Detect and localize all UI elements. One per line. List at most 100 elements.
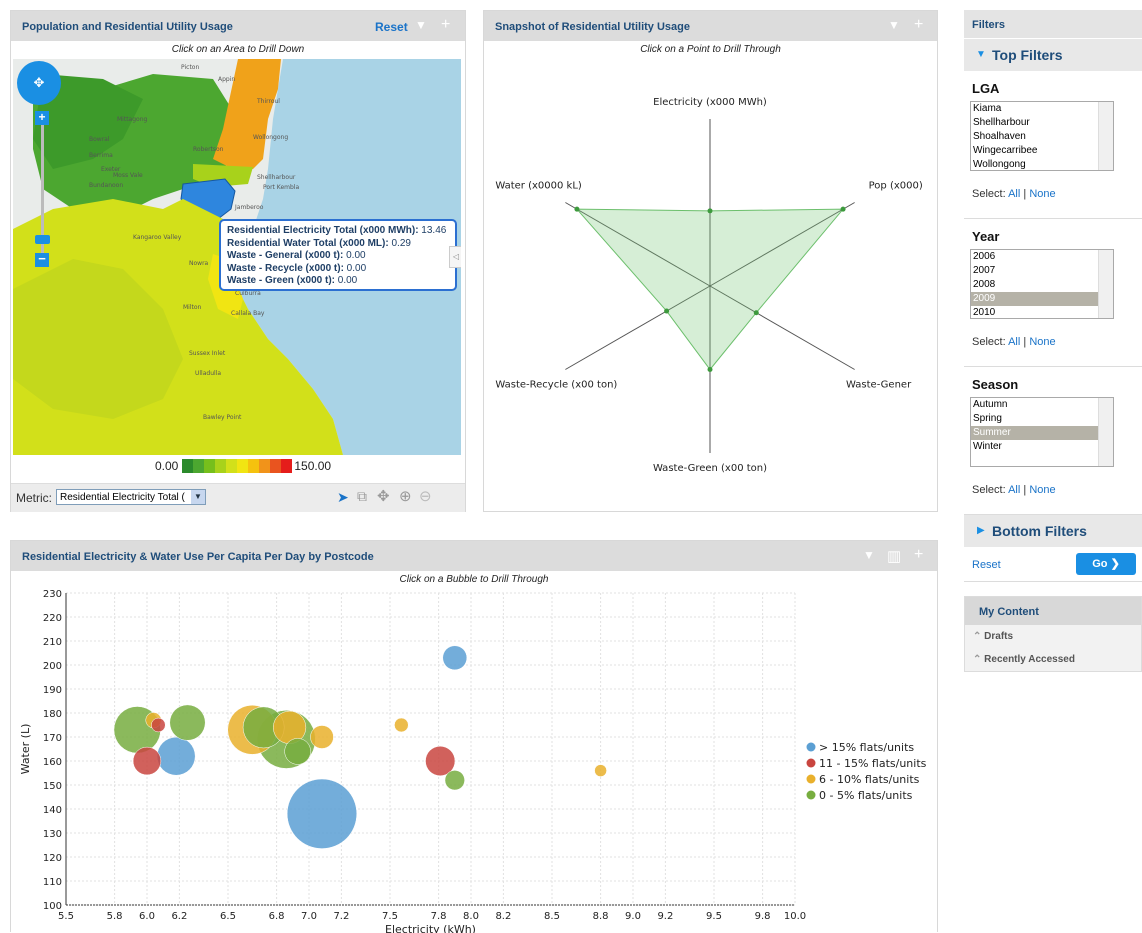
go-button[interactable]: Go ❯ bbox=[1076, 553, 1136, 575]
bubble[interactable] bbox=[442, 645, 468, 671]
separator: | bbox=[1023, 336, 1027, 348]
drafts-item[interactable]: ⌃ Drafts bbox=[965, 625, 1141, 648]
x-tick-label: 9.5 bbox=[706, 911, 722, 922]
tooltip-value: 0.00 bbox=[343, 262, 367, 274]
x-tick-label: 9.8 bbox=[755, 911, 771, 922]
plus-icon[interactable]: + bbox=[914, 546, 923, 564]
listbox-option[interactable]: 2007 bbox=[971, 264, 1113, 278]
select-all-link[interactable]: All bbox=[1008, 484, 1020, 496]
bubble[interactable] bbox=[151, 717, 166, 733]
radar-panel-title: Snapshot of Residential Utility Usage bbox=[495, 21, 690, 33]
radar-point[interactable] bbox=[707, 208, 713, 214]
bubble[interactable] bbox=[310, 725, 334, 749]
legend-dot bbox=[806, 774, 816, 784]
listbox-scrollbar[interactable] bbox=[1098, 398, 1113, 466]
map-place-label: Jamberoo bbox=[234, 204, 264, 211]
table-view-icon[interactable]: ▥ bbox=[887, 547, 901, 565]
zoom-in-icon[interactable]: ⊕ bbox=[399, 487, 412, 505]
pan-control[interactable]: ✥ bbox=[17, 61, 61, 105]
radar-chart[interactable]: Electricity (x000 MWh) Pop (x000) Waste-Ge… bbox=[484, 59, 937, 499]
bubble[interactable] bbox=[169, 704, 206, 741]
recent-label: Recently Accessed bbox=[984, 654, 1075, 665]
lga-listbox[interactable]: Kiama Shellharbour Shoalhaven Wingecarribee… bbox=[970, 101, 1114, 171]
listbox-option[interactable]: Summer bbox=[971, 426, 1113, 440]
map-area[interactable]: Picton Appin Wollongong Mittagong Bowral Robe… bbox=[13, 59, 461, 455]
radar-point[interactable] bbox=[753, 310, 759, 316]
tooltip-row: Residential Water Total (x000 ML): 0.29 bbox=[227, 238, 449, 251]
listbox-option[interactable]: Autumn bbox=[971, 398, 1113, 412]
export-icon[interactable]: ⧉ bbox=[357, 488, 367, 505]
chevron-down-icon[interactable]: ▼ bbox=[415, 18, 427, 32]
bottom-filters-toggle[interactable]: ▶ Bottom Filters bbox=[964, 515, 1142, 547]
top-filters-toggle[interactable]: ▼ Top Filters bbox=[964, 38, 1142, 71]
map-toolbar: Metric: Residential Electricity Total ( … bbox=[11, 483, 465, 512]
radar-axis-label: Water (x0000 kL) bbox=[495, 181, 582, 192]
legend-dot bbox=[806, 790, 816, 800]
bubble[interactable] bbox=[284, 738, 311, 765]
y-tick-label: 190 bbox=[43, 685, 62, 696]
bubble-chart[interactable]: 1001101201301401501601701801902002102202… bbox=[11, 587, 937, 933]
tooltip-row: Residential Electricity Total (x000 MWh)… bbox=[227, 225, 449, 238]
zoom-handle[interactable] bbox=[35, 235, 50, 244]
select-none-link[interactable]: None bbox=[1029, 336, 1055, 348]
collapse-tab-icon[interactable]: ◁ bbox=[449, 246, 461, 268]
select-none-link[interactable]: None bbox=[1029, 188, 1055, 200]
listbox-option[interactable]: Shoalhaven bbox=[971, 130, 1113, 144]
radar-point[interactable] bbox=[664, 308, 670, 314]
season-listbox[interactable]: Autumn Spring Summer Winter bbox=[970, 397, 1114, 467]
chevron-down-icon[interactable]: ▼ bbox=[863, 548, 875, 562]
listbox-scrollbar[interactable] bbox=[1098, 102, 1113, 170]
legend-swatch bbox=[259, 459, 271, 473]
plus-icon[interactable]: + bbox=[914, 16, 923, 34]
radar-point[interactable] bbox=[707, 367, 713, 372]
listbox-option[interactable]: Winter bbox=[971, 440, 1113, 454]
bubble[interactable] bbox=[132, 746, 162, 776]
reset-link[interactable]: Reset bbox=[375, 20, 408, 34]
reset-filters-link[interactable]: Reset bbox=[972, 559, 1001, 571]
listbox-option[interactable]: 2008 bbox=[971, 278, 1113, 292]
plus-icon[interactable]: + bbox=[441, 16, 450, 34]
season-select-row: Select: All | None bbox=[972, 484, 1056, 496]
listbox-option[interactable]: Kiama bbox=[971, 102, 1113, 116]
radar-panel: Snapshot of Residential Utility Usage ▼ … bbox=[483, 10, 938, 512]
metric-select[interactable]: Residential Electricity Total ( ▼ bbox=[56, 489, 206, 505]
select-all-link[interactable]: All bbox=[1008, 188, 1020, 200]
year-listbox[interactable]: 2006 2007 2008 2009 2010 bbox=[970, 249, 1114, 319]
map-tooltip: Residential Electricity Total (x000 MWh)… bbox=[219, 219, 457, 291]
bubble[interactable] bbox=[156, 736, 196, 776]
my-content-title: My Content bbox=[979, 606, 1039, 618]
recent-item[interactable]: ⌃ Recently Accessed bbox=[965, 648, 1141, 671]
radar-point[interactable] bbox=[574, 206, 580, 212]
listbox-option[interactable]: Shellharbour bbox=[971, 116, 1113, 130]
select-none-link[interactable]: None bbox=[1029, 484, 1055, 496]
radar-point[interactable] bbox=[840, 206, 846, 212]
listbox-option[interactable]: Wollongong bbox=[971, 158, 1113, 170]
x-tick-label: 6.0 bbox=[139, 911, 155, 922]
zoom-in-button[interactable]: + bbox=[35, 111, 49, 125]
x-tick-label: 8.2 bbox=[495, 911, 511, 922]
bubble[interactable] bbox=[394, 717, 409, 733]
listbox-option[interactable]: 2006 bbox=[971, 250, 1113, 264]
tooltip-value: 13.46 bbox=[418, 225, 447, 236]
bubble[interactable] bbox=[444, 770, 465, 791]
listbox-option[interactable]: Spring bbox=[971, 412, 1113, 426]
pan-icon[interactable]: ✥ bbox=[377, 487, 390, 505]
listbox-option[interactable]: 2010 bbox=[971, 306, 1113, 318]
listbox-scrollbar[interactable] bbox=[1098, 250, 1113, 318]
select-pointer-icon[interactable]: ➤ bbox=[337, 489, 349, 506]
y-tick-label: 160 bbox=[43, 757, 62, 768]
zoom-track[interactable] bbox=[41, 125, 44, 253]
chevron-down-icon[interactable]: ▼ bbox=[888, 18, 900, 32]
zoom-out-icon[interactable]: ⊖ bbox=[419, 487, 432, 505]
tooltip-key: Waste - General (x000 t): bbox=[227, 250, 344, 261]
year-section: Year 2006 2007 2008 2009 2010 Select: All | … bbox=[964, 219, 1142, 367]
bubble[interactable] bbox=[594, 764, 607, 777]
legend-entry: 11 - 15% flats/units bbox=[819, 757, 927, 770]
y-tick-label: 220 bbox=[43, 613, 62, 624]
zoom-out-button[interactable]: − bbox=[35, 252, 49, 267]
bubble[interactable] bbox=[286, 778, 357, 849]
select-all-link[interactable]: All bbox=[1008, 336, 1020, 348]
listbox-option[interactable]: Wingecarribee bbox=[971, 144, 1113, 158]
legend-swatch bbox=[215, 459, 227, 473]
listbox-option[interactable]: 2009 bbox=[971, 292, 1113, 306]
